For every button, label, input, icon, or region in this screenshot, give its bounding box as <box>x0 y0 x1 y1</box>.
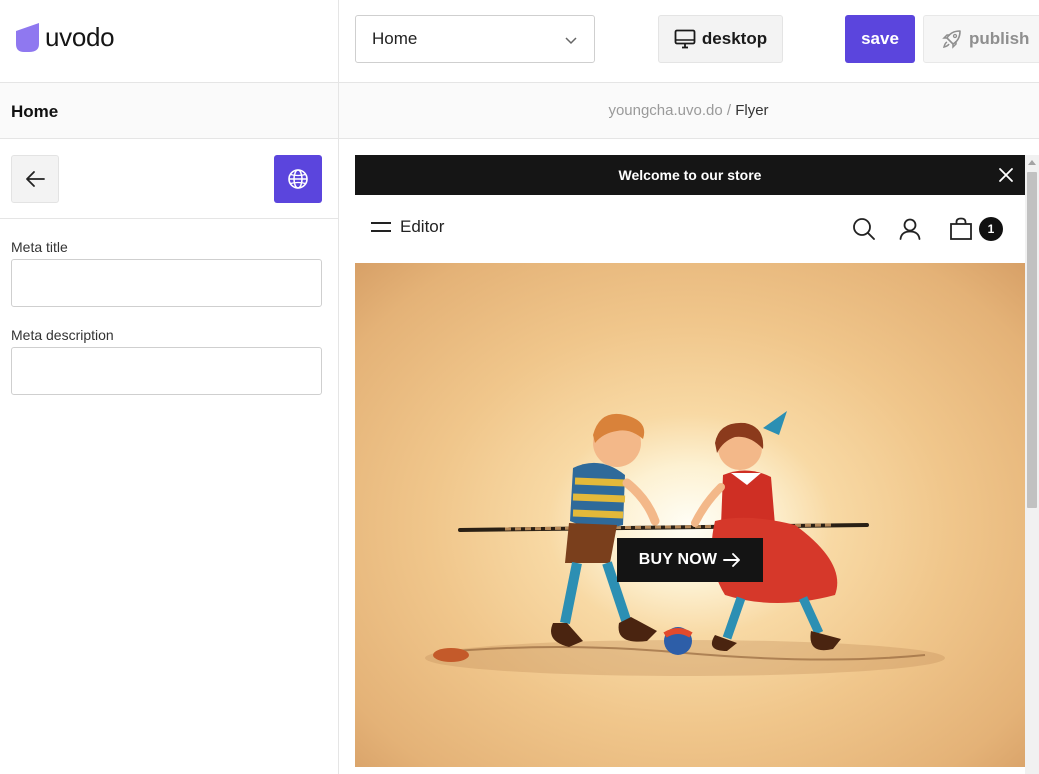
logo-text: uvodo <box>45 22 115 52</box>
meta-title-label: Meta title <box>11 239 68 255</box>
publish-button[interactable]: publish <box>923 15 1039 63</box>
logo[interactable]: uvodo <box>16 22 115 52</box>
meta-description-input[interactable] <box>11 347 322 395</box>
shopping-bag-icon[interactable] <box>949 217 973 241</box>
panel-divider <box>338 0 339 774</box>
back-button[interactable] <box>11 155 59 203</box>
announcement-text: Welcome to our store <box>618 167 762 183</box>
desktop-view-button[interactable]: desktop <box>658 15 783 63</box>
hero-illustration <box>425 411 945 676</box>
save-button[interactable]: save <box>845 15 915 63</box>
girl-figure <box>691 411 841 651</box>
publish-label: publish <box>969 29 1030 48</box>
hamburger-icon <box>371 222 391 232</box>
page-select-value: Home <box>372 29 418 48</box>
arrow-left-icon <box>26 171 45 187</box>
save-label: save <box>861 29 899 48</box>
menu-button[interactable]: Editor <box>371 217 444 237</box>
menu-label: Editor <box>400 217 445 236</box>
announcement-bar: Welcome to our store <box>355 155 1025 195</box>
page-select[interactable]: Home <box>355 15 595 63</box>
logo-mark-icon <box>16 23 39 52</box>
chevron-down-icon <box>565 37 577 45</box>
buy-now-label: BUY NOW <box>638 551 718 568</box>
language-button[interactable] <box>274 155 322 203</box>
top-bar: uvodo Home desktop save publish <box>0 0 1039 83</box>
hero-banner: BUY NOW <box>355 263 1025 767</box>
search-icon[interactable] <box>852 217 876 241</box>
breadcrumb-domain[interactable]: youngcha.uvo.do <box>608 102 722 119</box>
meta-description-label: Meta description <box>11 327 114 343</box>
user-icon[interactable] <box>898 217 922 241</box>
breadcrumb: youngcha.uvo.do / Flyer <box>338 102 1039 119</box>
globe-icon <box>288 169 308 189</box>
sidebar-divider <box>0 218 338 219</box>
arrow-right-icon <box>723 553 741 567</box>
store-header: Editor 1 <box>355 195 1025 263</box>
buy-now-button[interactable]: BUY NOW <box>617 538 763 582</box>
close-icon[interactable] <box>998 167 1014 183</box>
cart-count-badge: 1 <box>979 217 1003 241</box>
store-preview: Welcome to our store Editor 1 BUY NOW <box>355 155 1025 774</box>
monitor-icon <box>674 29 696 49</box>
preview-scrollbar-thumb[interactable] <box>1027 172 1037 508</box>
sub-header: Home youngcha.uvo.do / Flyer <box>0 83 1039 139</box>
desktop-view-label: desktop <box>701 29 768 48</box>
sidebar-title: Home <box>11 102 59 121</box>
rocket-icon <box>942 30 961 49</box>
scroll-up-arrow-icon[interactable] <box>1028 160 1036 165</box>
breadcrumb-current: Flyer <box>735 102 769 119</box>
meta-title-input[interactable] <box>11 259 322 307</box>
breadcrumb-separator: / <box>722 102 736 119</box>
